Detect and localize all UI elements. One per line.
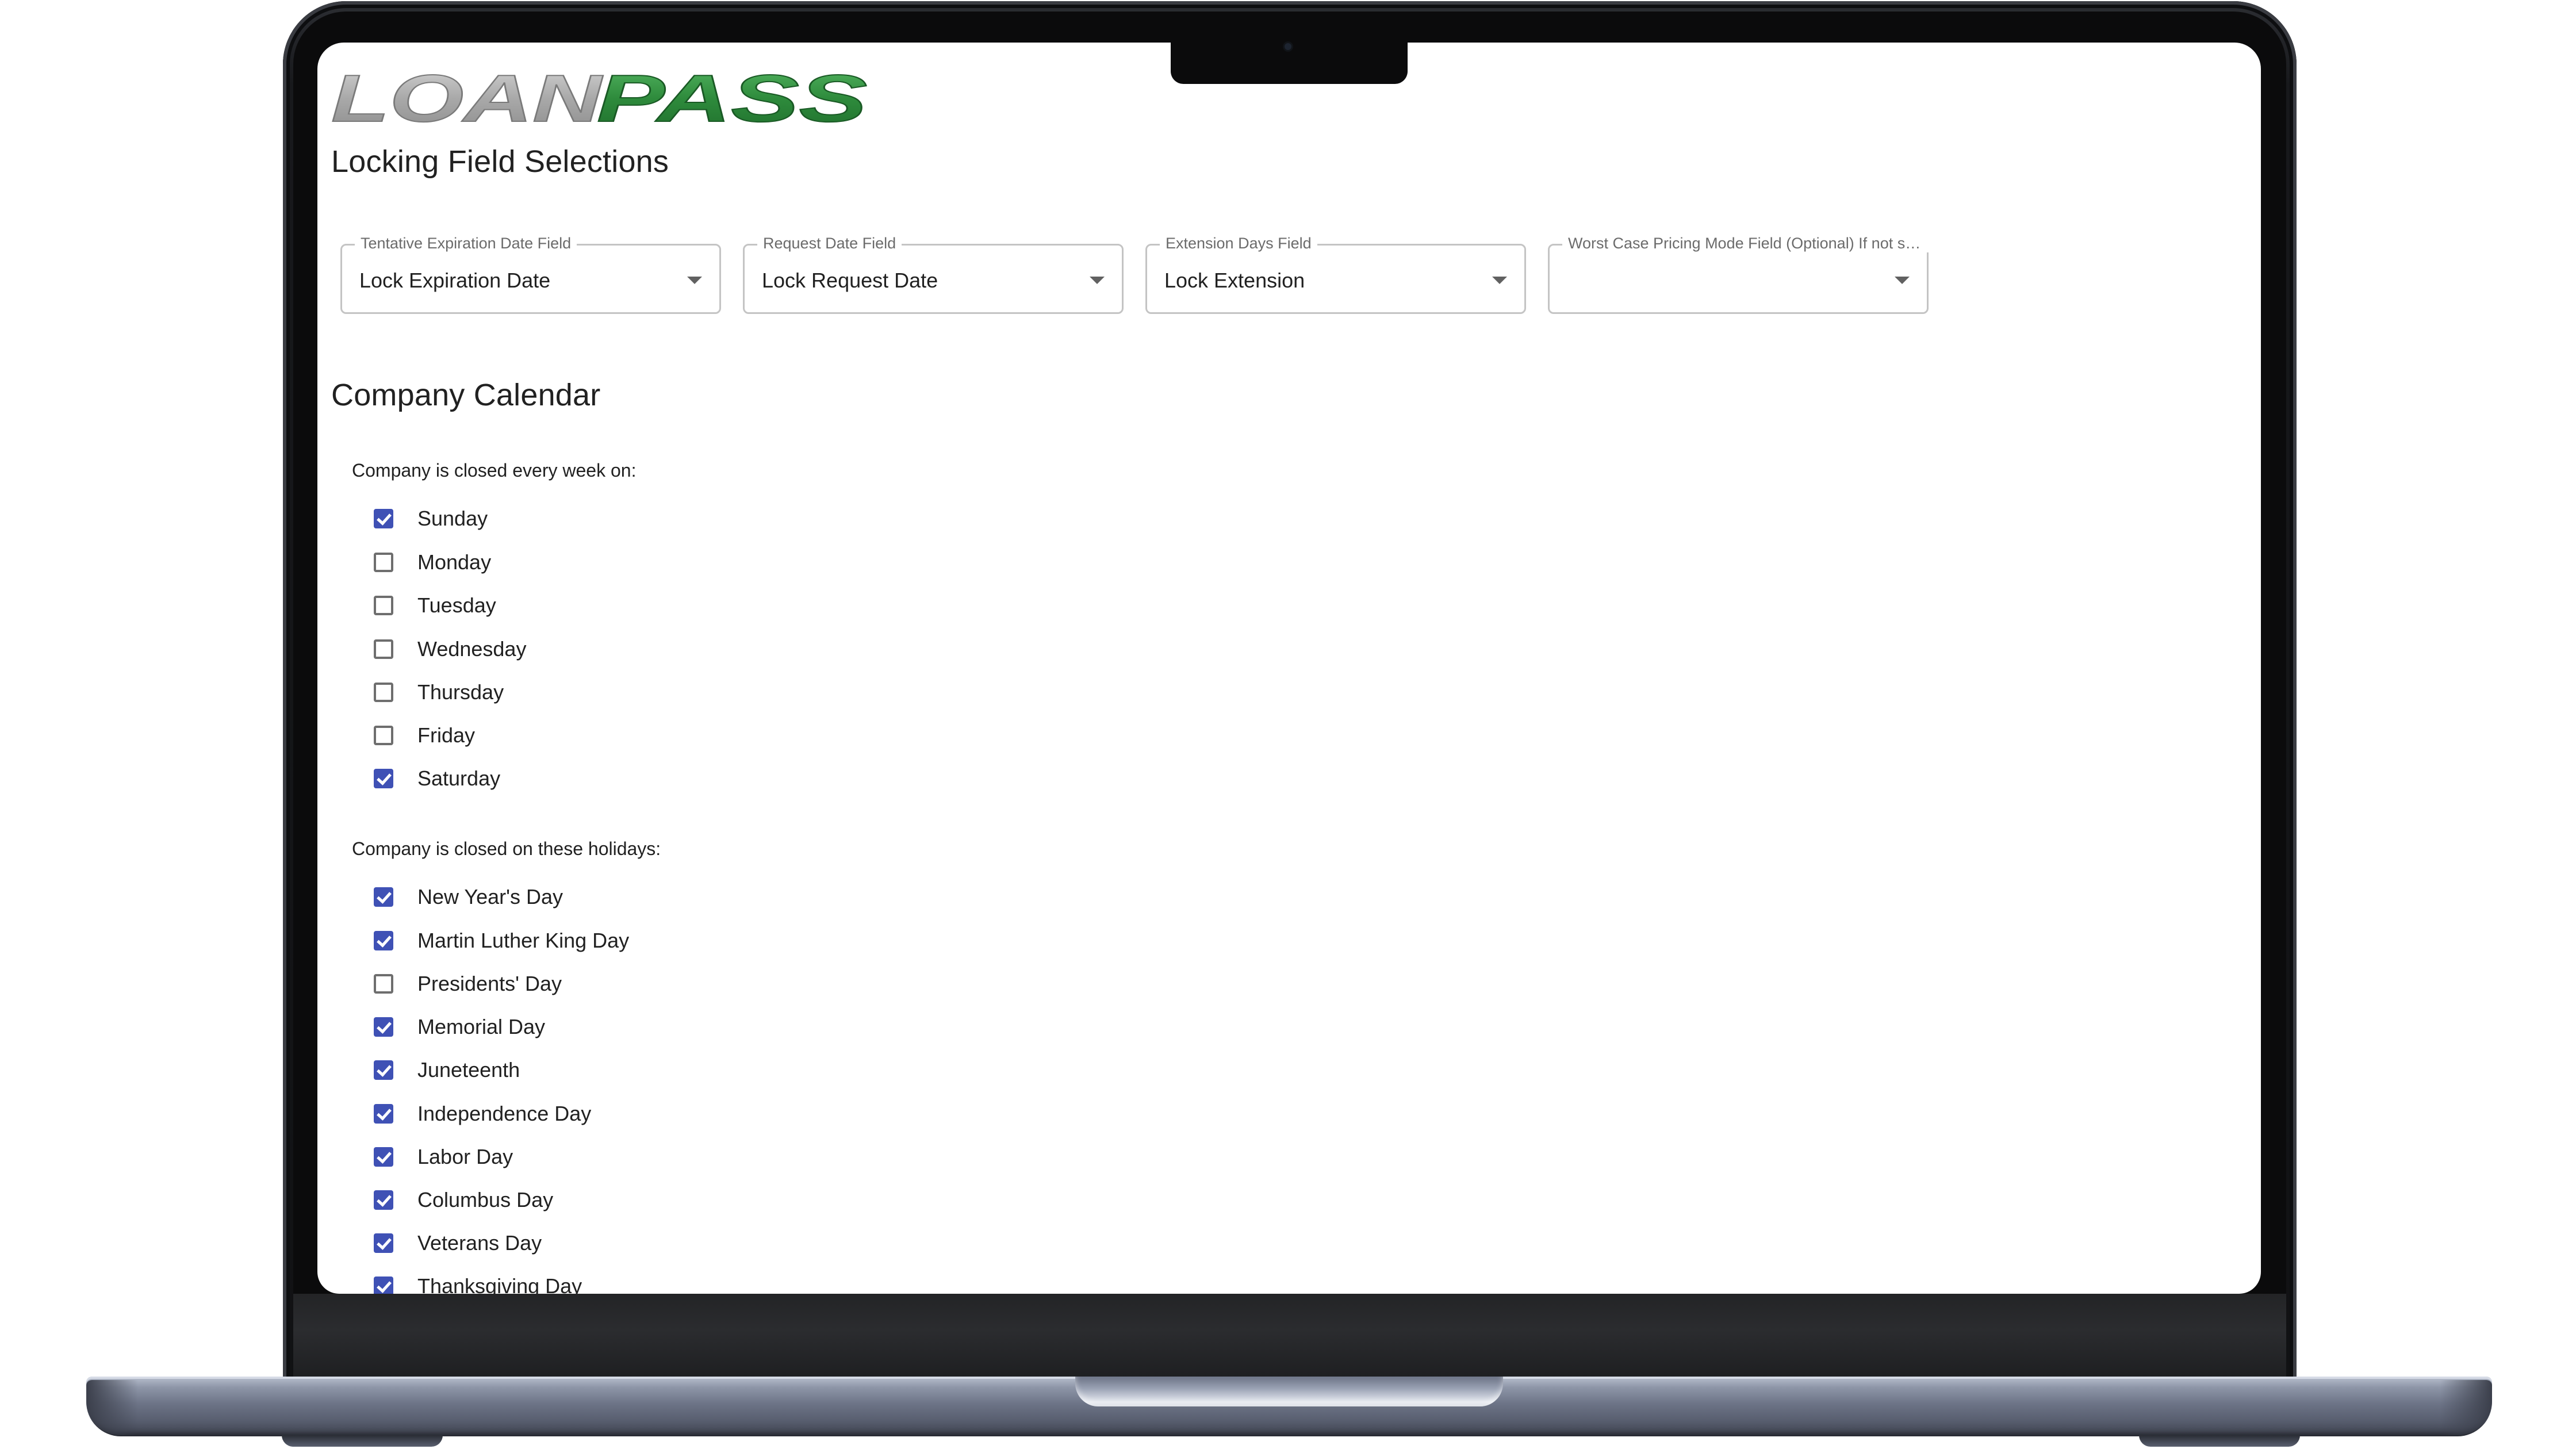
checkbox-label: Martin Luther King Day [417, 929, 630, 952]
field-value: Lock Request Date [762, 269, 938, 292]
field-value: Lock Extension [1164, 269, 1305, 292]
logo-pass-text: PASS [597, 62, 867, 131]
checkbox-label: Monday [417, 550, 492, 574]
weekday-checkbox-thursday[interactable]: Thursday [374, 675, 504, 710]
dropdown-arrow-icon[interactable] [687, 277, 702, 284]
checkbox-label: Thanksgiving Day [417, 1274, 582, 1294]
checkbox-label: Presidents' Day [417, 972, 562, 995]
tentative-expiration-date-select[interactable]: Tentative Expiration Date Field Lock Exp… [340, 235, 721, 314]
field-value: Lock Expiration Date [359, 269, 551, 292]
checkbox-label: Sunday [417, 507, 488, 530]
checkbox-icon[interactable] [374, 1147, 393, 1167]
checkbox-icon[interactable] [374, 639, 393, 659]
holiday-checkbox-presidents-day[interactable]: Presidents' Day [374, 967, 562, 1001]
laptop-foot-right [2139, 1435, 2300, 1447]
weekday-checkbox-sunday[interactable]: Sunday [374, 501, 488, 536]
holiday-checkbox-juneteenth[interactable]: Juneteenth [374, 1053, 520, 1087]
laptop-opening-notch [1075, 1377, 1503, 1406]
holiday-closed-label: Company is closed on these holidays: [352, 838, 661, 859]
field-label: Extension Days Field [1160, 235, 1317, 252]
dropdown-arrow-icon[interactable] [1090, 277, 1105, 284]
laptop-bottom-bezel [293, 1294, 2286, 1385]
logo-loan-text: LOAN [331, 62, 603, 131]
laptop-foot-left [282, 1435, 443, 1447]
weekday-checkbox-saturday[interactable]: Saturday [374, 761, 500, 796]
laptop-mockup: LOAN PASS Locking Field Selections Tenta… [0, 0, 2576, 1449]
checkbox-label: Thursday [417, 680, 504, 704]
laptop-base-edge-left [86, 1380, 138, 1435]
checkbox-label: New Year's Day [417, 885, 564, 908]
checkbox-label: Independence Day [417, 1102, 592, 1125]
holiday-checkbox-thanksgiving-day[interactable]: Thanksgiving Day [374, 1269, 582, 1294]
screen-notch [1171, 34, 1408, 84]
checkbox-icon[interactable] [374, 1233, 393, 1253]
checkbox-icon[interactable] [374, 1104, 393, 1124]
checkbox-icon[interactable] [374, 931, 393, 950]
weekday-checkbox-tuesday[interactable]: Tuesday [374, 588, 496, 623]
camera-icon [1285, 43, 1291, 50]
weekday-checkbox-friday[interactable]: Friday [374, 718, 475, 753]
holiday-checkbox-veterans-day[interactable]: Veterans Day [374, 1226, 542, 1260]
holiday-checkbox-independence-day[interactable]: Independence Day [374, 1097, 591, 1131]
checkbox-icon[interactable] [374, 726, 393, 745]
field-label: Tentative Expiration Date Field [355, 235, 577, 252]
weekday-checkbox-wednesday[interactable]: Wednesday [374, 632, 526, 666]
worst-case-pricing-mode-select[interactable]: Worst Case Pricing Mode Field (Optional)… [1548, 235, 1930, 314]
checkbox-label: Tuesday [417, 593, 496, 617]
checkbox-icon[interactable] [374, 974, 393, 994]
holiday-checkbox-columbus-day[interactable]: Columbus Day [374, 1183, 553, 1217]
weekday-checkbox-monday[interactable]: Monday [374, 545, 491, 580]
field-label: Request Date Field [757, 235, 902, 252]
checkbox-label: Labor Day [417, 1145, 513, 1168]
laptop-screen: LOAN PASS Locking Field Selections Tenta… [317, 43, 2261, 1294]
holiday-checkbox-new-years-day[interactable]: New Year's Day [374, 880, 563, 914]
laptop-base-edge-right [2440, 1380, 2492, 1435]
dropdown-arrow-icon[interactable] [1895, 277, 1910, 284]
holiday-checkbox-labor-day[interactable]: Labor Day [374, 1140, 513, 1174]
locking-section-title: Locking Field Selections [331, 144, 669, 179]
holiday-checkbox-mlk-day[interactable]: Martin Luther King Day [374, 923, 629, 958]
checkbox-icon[interactable] [374, 1190, 393, 1210]
checkbox-label: Veterans Day [417, 1231, 542, 1255]
checkbox-label: Friday [417, 723, 476, 747]
calendar-section-title: Company Calendar [331, 378, 601, 412]
extension-days-select[interactable]: Extension Days Field Lock Extension [1145, 235, 1526, 314]
dropdown-arrow-icon[interactable] [1492, 277, 1507, 284]
checkbox-icon[interactable] [374, 553, 393, 572]
checkbox-label: Juneteenth [417, 1058, 520, 1082]
holiday-checkbox-memorial-day[interactable]: Memorial Day [374, 1010, 545, 1044]
checkbox-label: Memorial Day [417, 1015, 546, 1038]
checkbox-icon[interactable] [374, 769, 393, 788]
checkbox-label: Wednesday [417, 637, 527, 661]
field-label: Worst Case Pricing Mode Field (Optional)… [1562, 235, 1930, 252]
checkbox-icon[interactable] [374, 596, 393, 615]
checkbox-icon[interactable] [374, 509, 393, 528]
checkbox-icon[interactable] [374, 1276, 393, 1294]
checkbox-label: Columbus Day [417, 1188, 554, 1212]
checkbox-icon[interactable] [374, 1017, 393, 1037]
request-date-select[interactable]: Request Date Field Lock Request Date [743, 235, 1124, 314]
checkbox-icon[interactable] [374, 1060, 393, 1080]
loanpass-logo: LOAN PASS [331, 62, 868, 131]
checkbox-icon[interactable] [374, 683, 393, 702]
checkbox-label: Saturday [417, 766, 501, 790]
weekly-closed-label: Company is closed every week on: [352, 460, 637, 481]
checkbox-icon[interactable] [374, 887, 393, 907]
